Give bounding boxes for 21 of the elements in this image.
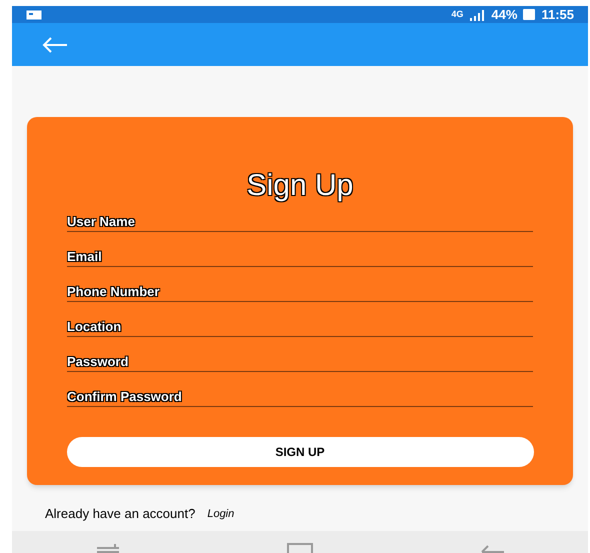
- input-field[interactable]: Password: [67, 351, 533, 372]
- input-field[interactable]: Location: [67, 316, 533, 337]
- input-field[interactable]: Email: [67, 246, 533, 267]
- battery-icon: [523, 9, 536, 20]
- back-icon: [42, 36, 68, 52]
- login-prompt: Already have an account?: [45, 505, 196, 523]
- home-icon[interactable]: [287, 543, 313, 553]
- form-title: Sign Up: [246, 171, 354, 201]
- recent-apps-icon[interactable]: [95, 543, 121, 553]
- input-field[interactable]: Phone Number: [67, 281, 533, 302]
- clock: 11:55: [541, 6, 574, 24]
- image-icon: [26, 10, 42, 20]
- battery-percent: 44%: [491, 6, 518, 24]
- input-field[interactable]: User Name: [67, 211, 533, 232]
- back-icon[interactable]: [479, 543, 505, 553]
- input-field[interactable]: Confirm Password: [67, 386, 533, 407]
- back-button[interactable]: [42, 36, 68, 52]
- network-indicator: 4G: [451, 10, 464, 19]
- signal-icon: [469, 8, 486, 20]
- login-link[interactable]: Login: [207, 506, 234, 522]
- signup-button[interactable]: SIGN UP: [66, 437, 534, 467]
